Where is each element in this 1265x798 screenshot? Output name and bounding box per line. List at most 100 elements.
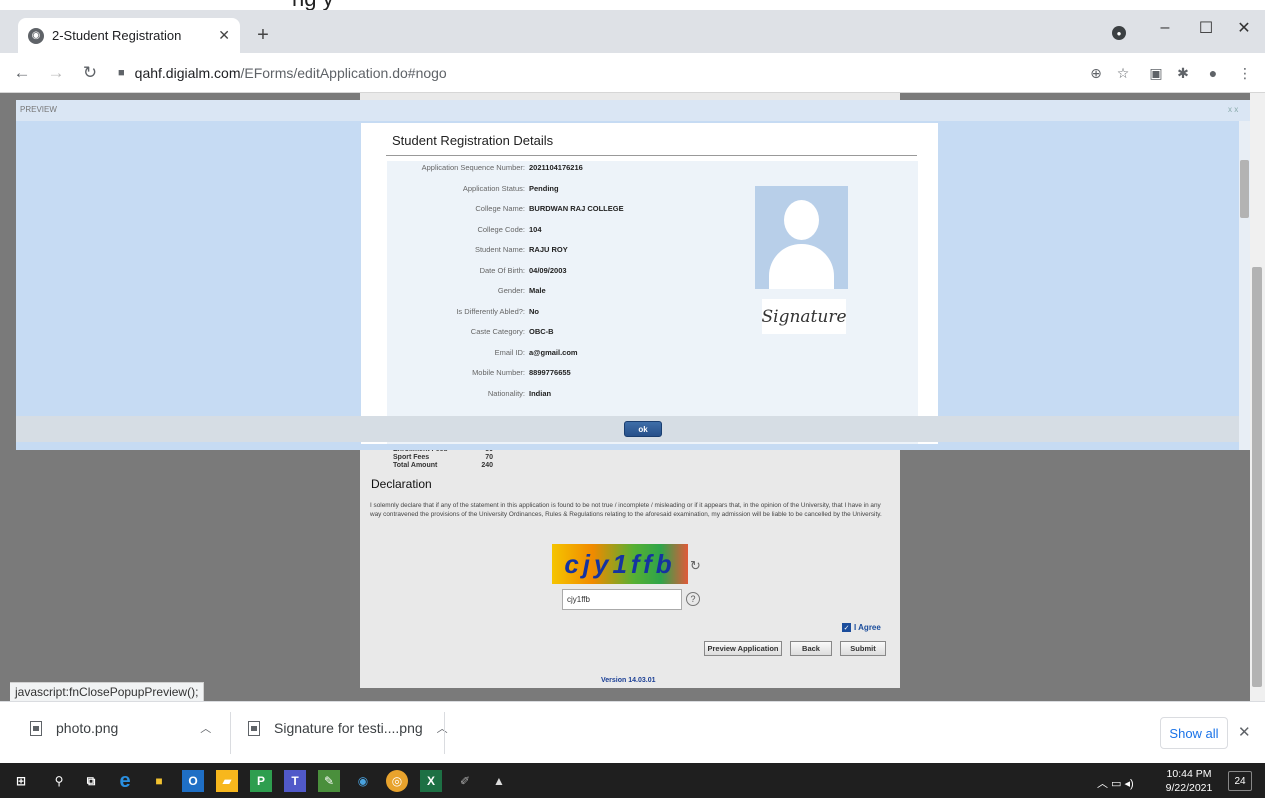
detail-label: Date Of Birth:	[479, 265, 525, 275]
detail-label: College Code:	[477, 224, 525, 234]
page-viewport: Enrollment Fees50 Sport Fees70 Total Amo…	[0, 93, 1265, 701]
zoom-icon[interactable]: ⊕	[1085, 62, 1107, 84]
declaration-text: I solemnly declare that if any of the st…	[370, 502, 882, 518]
download-item[interactable]: Signature for testi....png ︿	[248, 720, 448, 736]
detail-label: Student Name:	[474, 245, 525, 254]
modal-title: Student Registration Details	[392, 133, 554, 148]
edge-icon[interactable]: e	[114, 770, 136, 792]
detail-label: Application Status:	[462, 183, 525, 193]
extension-icon[interactable]: ▣	[1145, 62, 1167, 84]
preview-close-icon[interactable]: x x	[1228, 105, 1238, 114]
fee-row: Sport Fees 70	[393, 454, 493, 462]
browser-tab[interactable]: ◉ 2-Student Registration ✕	[18, 18, 240, 53]
help-icon[interactable]: ?	[686, 592, 700, 606]
version-text: Version 14.03.01	[601, 677, 656, 684]
download-item[interactable]: photo.png ︿	[30, 720, 211, 736]
chevron-up-icon[interactable]: ︿	[200, 720, 211, 736]
forward-icon[interactable]: →	[42, 59, 70, 87]
paint-icon[interactable]: ✐	[454, 770, 476, 792]
detail-row: Is Differently Abled?: No	[387, 305, 807, 319]
chevron-up-icon[interactable]: ︿	[437, 720, 448, 736]
detail-row: Date Of Birth: 04/09/2003	[387, 264, 807, 278]
show-all-button[interactable]: Show all	[1160, 717, 1228, 749]
agree-checkbox[interactable]: ✓ I Agree	[842, 623, 881, 632]
details-modal: Student Registration Details Application…	[361, 123, 938, 444]
captcha-refresh-icon[interactable]: ↻	[690, 558, 701, 574]
browser-toolbar: ← → ↻ ■ qahf.digialm.com/EForms/editAppl…	[0, 53, 1265, 93]
preview-label: PREVIEW	[20, 105, 57, 114]
publisher-icon[interactable]: P	[250, 770, 272, 792]
page-scroll-thumb[interactable]	[1252, 267, 1262, 687]
tab-title: 2-Student Registration	[52, 28, 182, 43]
preview-application-button[interactable]: Preview Application	[704, 641, 782, 656]
app-globe-icon[interactable]: ◉	[352, 770, 374, 792]
puzzle-icon[interactable]: ✱	[1172, 62, 1194, 84]
maximize-button[interactable]: ☐	[1186, 14, 1226, 42]
ok-button[interactable]: ok	[624, 421, 662, 437]
ok-bar: ok	[16, 416, 1253, 442]
url-path: /EForms/editApplication.do#nogo	[240, 65, 447, 81]
search-icon[interactable]: ⚲	[48, 770, 70, 792]
chrome-icon[interactable]: ◎	[386, 770, 408, 792]
declaration-title: Declaration	[371, 477, 432, 491]
task-view-icon[interactable]: ⧉	[80, 770, 102, 792]
submit-button[interactable]: Submit	[840, 641, 886, 656]
account-icon[interactable]: ●	[1202, 62, 1224, 84]
photos-icon[interactable]: ▲	[488, 770, 510, 792]
windows-taskbar: ⊞ ⚲ ⧉ e ■ O ▰ P T ✎ ◉ ◎ X ✐ ▲ ︿ ▭ ◂) 10:…	[0, 763, 1265, 798]
detail-value: No	[529, 306, 539, 316]
reload-icon[interactable]: ↻	[76, 59, 104, 87]
outlook-icon[interactable]: O	[182, 770, 204, 792]
teams-icon[interactable]: T	[284, 770, 306, 792]
detail-label: Application Sequence Number:	[421, 163, 525, 172]
detail-value: 104	[529, 224, 542, 234]
preview-title-bar	[16, 100, 1253, 121]
notification-center-icon[interactable]: 24	[1228, 771, 1252, 791]
detail-label: Caste Category:	[470, 327, 525, 336]
checkbox-checked-icon[interactable]: ✓	[842, 623, 851, 632]
detail-value: a@gmail.com	[529, 347, 578, 357]
taskbar-clock[interactable]: 10:44 PM 9/22/2021	[1163, 767, 1215, 795]
detail-row: Nationality: Indian	[387, 387, 807, 401]
address-bar[interactable]: ■ qahf.digialm.com/EForms/editApplicatio…	[118, 58, 1063, 88]
fee-row: Total Amount 240	[393, 462, 493, 470]
profile-status-icon[interactable]: ●	[1112, 26, 1126, 40]
student-photo	[755, 186, 848, 289]
excel-icon[interactable]: X	[420, 770, 442, 792]
tab-close-icon[interactable]: ✕	[218, 27, 230, 44]
system-tray-icons[interactable]: ︿ ▭ ◂)	[1097, 775, 1134, 791]
detail-value: 04/09/2003	[529, 265, 567, 275]
detail-row: Application Status: Pending	[387, 182, 807, 196]
avatar-head-shape	[784, 200, 819, 240]
detail-value: Indian	[529, 388, 552, 398]
detail-value: Male	[529, 286, 546, 295]
menu-dots-icon[interactable]: ⋮	[1234, 62, 1256, 84]
detail-row: Email ID: a@gmail.com	[387, 346, 807, 360]
new-tab-button[interactable]: +	[250, 22, 276, 48]
agree-label: I Agree	[854, 623, 881, 632]
back-icon[interactable]: ←	[8, 59, 36, 87]
windows-start-icon[interactable]: ⊞	[10, 770, 32, 792]
back-button[interactable]: Back	[790, 641, 832, 656]
file-explorer-icon[interactable]: ■	[148, 770, 170, 792]
preview-scroll-thumb[interactable]	[1240, 160, 1249, 218]
fee-label: Total Amount	[393, 462, 438, 469]
notepad-icon[interactable]: ✎	[318, 770, 340, 792]
captcha-input[interactable]	[562, 589, 682, 610]
detail-row: Caste Category: OBC-B	[387, 325, 807, 339]
bookmark-star-icon[interactable]: ☆	[1112, 62, 1134, 84]
preview-overlay: PREVIEW x x Student Registration Details…	[16, 100, 1253, 450]
detail-row: Application Sequence Number: 202110417621…	[387, 161, 807, 175]
avatar-body-shape	[769, 244, 834, 289]
sticky-notes-icon[interactable]: ▰	[216, 770, 238, 792]
detail-value: Pending	[529, 183, 559, 193]
minimize-button[interactable]: –	[1145, 14, 1185, 42]
image-file-icon	[248, 720, 260, 736]
shelf-close-icon[interactable]: ✕	[1238, 723, 1251, 741]
image-file-icon	[30, 720, 42, 736]
student-signature: Signature	[761, 299, 847, 334]
close-window-button[interactable]: ✕	[1224, 14, 1264, 42]
url-host: qahf.digialm.com	[134, 65, 241, 81]
fee-value: 240	[481, 462, 493, 469]
detail-row: Mobile Number: 8899776655	[387, 366, 807, 380]
